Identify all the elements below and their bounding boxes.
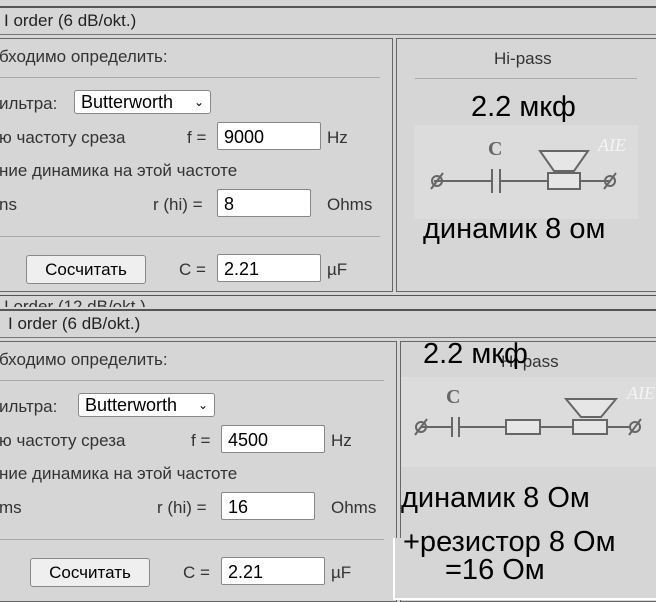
prompt-label: бходимо определить:	[0, 47, 168, 66]
capacitor-symbol-label: C	[488, 138, 502, 160]
chevron-down-icon: ⌄	[197, 398, 208, 412]
ohms-unit: Ohms	[331, 498, 377, 517]
divider	[415, 78, 637, 79]
resistance-input[interactable]: 8	[217, 189, 311, 217]
freq-label: ю частоту среза	[0, 128, 126, 147]
filter-label: ильтра:	[0, 94, 58, 113]
ohms-partial-label: ms	[0, 498, 22, 517]
capacitor-note: 2.2 мкф	[423, 338, 528, 370]
calculator-panel-top: I order (6 dB/okt.) бходимо определить: …	[0, 0, 656, 295]
speaker-note: динамик 8 Ом	[401, 482, 590, 514]
c-label: C =	[183, 563, 210, 582]
filter-value: Butterworth	[81, 92, 174, 112]
capacitor-symbol-label: C	[446, 386, 460, 408]
speaker-note: динамик 8 ом	[423, 213, 606, 245]
capacitance-output[interactable]: 2.21	[221, 557, 325, 585]
calculator-panel-bottom: I order (6 dB/okt.) бходимо определить: …	[0, 307, 656, 602]
filter-value: Butterworth	[85, 395, 178, 415]
section-header: I order (6 dB/okt.)	[0, 309, 656, 338]
impedance-label: ние динамика на этой частоте	[0, 464, 238, 483]
input-fieldset: бходимо определить: ильтра: Butterworth ⌄…	[0, 341, 397, 602]
uf-unit: µF	[331, 563, 352, 582]
divider	[0, 539, 384, 540]
freq-label: ю частоту среза	[0, 431, 126, 450]
f-label: f =	[191, 431, 211, 450]
c-label: C =	[179, 260, 206, 279]
aie-logo: AIE	[597, 135, 626, 155]
calculate-button[interactable]: Сосчитать	[30, 558, 150, 587]
filter-type-select[interactable]: Butterworth ⌄	[78, 393, 215, 417]
f-label: f =	[187, 128, 207, 147]
prompt-label: бходимо определить:	[0, 350, 168, 369]
divider	[0, 380, 384, 381]
section-header: I order (6 dB/okt.)	[0, 6, 656, 35]
divider	[0, 77, 380, 78]
filter-type-select[interactable]: Butterworth ⌄	[74, 90, 211, 114]
impedance-label: ние динамика на этой частоте	[0, 161, 238, 180]
capacitance-output[interactable]: 2.21	[217, 254, 321, 282]
ohms-unit: Ohms	[327, 195, 373, 214]
hi-pass-circuit-diagram: C AIE	[414, 125, 638, 219]
capacitor-note: 2.2 мкф	[471, 91, 576, 123]
hi-pass-title: Hi-pass	[494, 49, 552, 68]
resistance-input[interactable]: 16	[221, 492, 315, 520]
total-note: =16 Ом	[445, 554, 545, 586]
ohms-partial-label: ns	[0, 195, 17, 214]
hz-unit: Hz	[327, 128, 348, 147]
diagram-fieldset: Hi-pass 2.2 мкф C AIE динамик 8 Ом +рези…	[393, 338, 656, 602]
hi-pass-circuit-diagram: C AIE	[401, 377, 656, 467]
chevron-down-icon: ⌄	[193, 95, 204, 109]
aie-logo: AIE	[626, 383, 655, 403]
r-label: r (hi) =	[153, 195, 203, 214]
r-label: r (hi) =	[157, 498, 207, 517]
calculate-button[interactable]: Сосчитать	[26, 255, 146, 284]
divider	[0, 236, 380, 237]
input-fieldset: бходимо определить: ильтра: Butterworth ⌄…	[0, 38, 393, 292]
filter-label: ильтра:	[0, 397, 58, 416]
uf-unit: µF	[327, 260, 348, 279]
frequency-input[interactable]: 4500	[221, 425, 325, 453]
diagram-fieldset: Hi-pass 2.2 мкф C AIE динамик 8 ом	[396, 38, 656, 292]
frequency-input[interactable]: 9000	[217, 122, 321, 150]
hz-unit: Hz	[331, 431, 352, 450]
